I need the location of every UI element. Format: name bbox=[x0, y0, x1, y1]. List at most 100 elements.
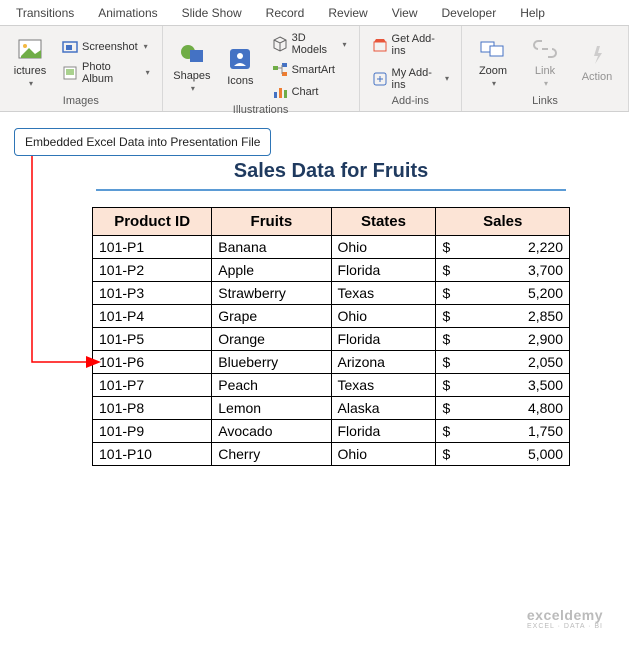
pictures-label: ictures bbox=[14, 65, 46, 77]
chart-button[interactable]: Chart bbox=[268, 82, 351, 102]
cell-state: Texas bbox=[331, 374, 436, 397]
group-illustrations: Shapes ▾ Icons 3D Models▾ SmartArt Char bbox=[163, 26, 360, 111]
tab-animations[interactable]: Animations bbox=[86, 2, 169, 24]
action-label: Action bbox=[582, 71, 613, 83]
col-states: States bbox=[331, 208, 436, 236]
chevron-down-icon: ▾ bbox=[146, 68, 150, 77]
cell-sales: $2,220 bbox=[436, 236, 570, 259]
tab-view[interactable]: View bbox=[380, 2, 430, 24]
tab-developer[interactable]: Developer bbox=[430, 2, 509, 24]
my-addins-button[interactable]: My Add-ins ▾ bbox=[368, 65, 453, 93]
tab-review[interactable]: Review bbox=[316, 2, 379, 24]
3d-models-label: 3D Models bbox=[292, 32, 337, 56]
table-row: 101-P1BananaOhio$2,220 bbox=[93, 236, 570, 259]
cell-state: Ohio bbox=[331, 236, 436, 259]
cell-state: Alaska bbox=[331, 397, 436, 420]
shapes-icon bbox=[178, 40, 206, 68]
screenshot-button[interactable]: Screenshot ▾ bbox=[58, 37, 154, 57]
cell-id: 101-P2 bbox=[93, 259, 212, 282]
chevron-down-icon: ▾ bbox=[144, 42, 148, 51]
3d-models-button[interactable]: 3D Models▾ bbox=[268, 30, 351, 58]
action-button[interactable]: Action bbox=[574, 30, 620, 93]
my-addins-label: My Add-ins bbox=[392, 67, 439, 91]
watermark: exceldemy EXCEL · DATA · BI bbox=[527, 608, 603, 631]
tab-transitions[interactable]: Transitions bbox=[4, 2, 86, 24]
cell-fruit: Peach bbox=[212, 374, 331, 397]
chevron-down-icon: ▾ bbox=[492, 79, 496, 88]
tab-slide-show[interactable]: Slide Show bbox=[170, 2, 254, 24]
cell-sales: $4,800 bbox=[436, 397, 570, 420]
cell-id: 101-P4 bbox=[93, 305, 212, 328]
icons-icon bbox=[226, 45, 254, 73]
cell-state: Florida bbox=[331, 328, 436, 351]
cell-fruit: Blueberry bbox=[212, 351, 331, 374]
cell-id: 101-P8 bbox=[93, 397, 212, 420]
icons-label: Icons bbox=[227, 75, 253, 87]
cell-sales: $3,700 bbox=[436, 259, 570, 282]
embedded-excel-object[interactable]: Sales Data for Fruits Product ID Fruits … bbox=[92, 160, 570, 466]
photo-album-button[interactable]: Photo Album▾ bbox=[58, 59, 154, 87]
zoom-button[interactable]: Zoom ▾ bbox=[470, 30, 516, 93]
cell-fruit: Cherry bbox=[212, 443, 331, 466]
cell-sales: $2,900 bbox=[436, 328, 570, 351]
icons-button[interactable]: Icons bbox=[219, 30, 261, 102]
addins-icon bbox=[372, 71, 388, 87]
table-row: 101-P7PeachTexas$3,500 bbox=[93, 374, 570, 397]
group-links: Zoom ▾ Link ▾ Action Links bbox=[462, 26, 629, 111]
col-fruits: Fruits bbox=[212, 208, 331, 236]
cell-sales: $5,000 bbox=[436, 443, 570, 466]
cell-sales: $2,850 bbox=[436, 305, 570, 328]
smartart-label: SmartArt bbox=[292, 64, 335, 76]
zoom-icon bbox=[479, 35, 507, 63]
shapes-button[interactable]: Shapes ▾ bbox=[171, 30, 213, 102]
table-row: 101-P8LemonAlaska$4,800 bbox=[93, 397, 570, 420]
table-header-row: Product ID Fruits States Sales bbox=[93, 208, 570, 236]
table-row: 101-P3StrawberryTexas$5,200 bbox=[93, 282, 570, 305]
pictures-icon bbox=[16, 35, 44, 63]
get-addins-button[interactable]: Get Add-ins bbox=[368, 31, 453, 59]
cell-state: Florida bbox=[331, 420, 436, 443]
tab-help[interactable]: Help bbox=[508, 2, 557, 24]
cell-sales: $5,200 bbox=[436, 282, 570, 305]
watermark-main: exceldemy bbox=[527, 608, 603, 623]
link-icon bbox=[531, 35, 559, 63]
screenshot-label: Screenshot bbox=[82, 41, 138, 53]
col-sales: Sales bbox=[436, 208, 570, 236]
pictures-button[interactable]: ictures ▾ bbox=[8, 30, 52, 93]
smartart-button[interactable]: SmartArt bbox=[268, 60, 351, 80]
table-row: 101-P10CherryOhio$5,000 bbox=[93, 443, 570, 466]
cube-icon bbox=[272, 36, 288, 52]
tab-record[interactable]: Record bbox=[254, 2, 317, 24]
store-icon bbox=[372, 37, 388, 53]
group-images: ictures ▾ Screenshot▾ Photo Album▾ Image… bbox=[0, 26, 163, 111]
cell-id: 101-P3 bbox=[93, 282, 212, 305]
zoom-label: Zoom bbox=[479, 65, 507, 77]
smartart-icon bbox=[272, 62, 288, 78]
cell-fruit: Avocado bbox=[212, 420, 331, 443]
sales-table: Product ID Fruits States Sales 101-P1Ban… bbox=[92, 207, 570, 466]
cell-id: 101-P7 bbox=[93, 374, 212, 397]
cell-fruit: Lemon bbox=[212, 397, 331, 420]
cell-state: Texas bbox=[331, 282, 436, 305]
cell-fruit: Grape bbox=[212, 305, 331, 328]
table-row: 101-P9AvocadoFlorida$1,750 bbox=[93, 420, 570, 443]
screenshot-icon bbox=[62, 39, 78, 55]
cell-id: 101-P9 bbox=[93, 420, 212, 443]
cell-id: 101-P5 bbox=[93, 328, 212, 351]
link-button[interactable]: Link ▾ bbox=[522, 30, 568, 93]
photo-album-icon bbox=[62, 65, 78, 81]
chevron-down-icon: ▾ bbox=[445, 74, 449, 83]
cell-state: Florida bbox=[331, 259, 436, 282]
cell-state: Ohio bbox=[331, 305, 436, 328]
col-product-id: Product ID bbox=[93, 208, 212, 236]
cell-id: 101-P6 bbox=[93, 351, 212, 374]
cell-sales: $3,500 bbox=[436, 374, 570, 397]
group-addins-label: Add-ins bbox=[368, 93, 453, 109]
cell-sales: $2,050 bbox=[436, 351, 570, 374]
annotation-callout: Embedded Excel Data into Presentation Fi… bbox=[14, 128, 271, 156]
shapes-label: Shapes bbox=[173, 70, 210, 82]
cell-fruit: Strawberry bbox=[212, 282, 331, 305]
cell-fruit: Orange bbox=[212, 328, 331, 351]
ribbon-tabs: Transitions Animations Slide Show Record… bbox=[0, 0, 629, 26]
link-label: Link bbox=[535, 65, 555, 77]
